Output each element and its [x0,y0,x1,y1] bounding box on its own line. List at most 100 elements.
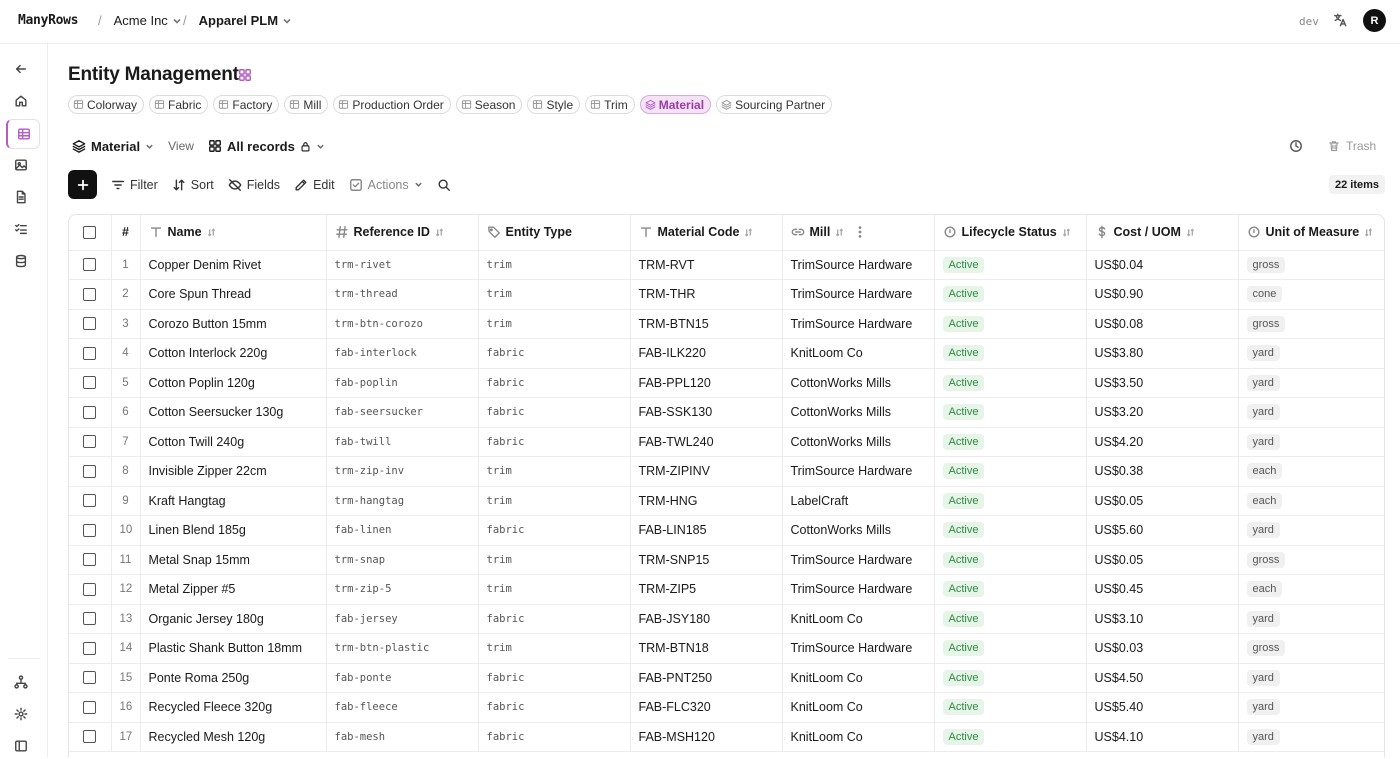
cell-name[interactable]: Cotton Twill 240g [140,427,327,457]
cell-cost-uom[interactable]: US$0.04 [1086,250,1239,280]
cell-entity-type[interactable]: fabric [478,515,631,546]
add-record-button[interactable] [68,170,97,199]
cell-lifecycle-status[interactable]: Active [934,486,1087,516]
entity-chip-style[interactable]: Style [527,95,581,114]
cell-cost-uom[interactable]: US$0.90 [1086,279,1239,310]
cell-mill[interactable]: KnitLoom Co [782,338,935,369]
entity-chip-mill[interactable]: Mill [284,95,329,114]
cell-name[interactable]: Corozo Button 15mm [140,309,327,339]
cell-entity-type[interactable]: fabric [478,338,631,369]
back-arrow-icon[interactable] [8,56,34,82]
table-row[interactable]: 17 Recycled Mesh 120g fab-mesh fabric FAB-MS… [69,722,1384,752]
cell-material-code[interactable]: FAB-ILK220 [630,338,783,369]
cell-unit-of-measure[interactable]: yard [1238,663,1384,693]
cell-reference-id[interactable]: trm-zip-inv [326,456,479,487]
cell-name[interactable]: Cotton Poplin 120g [140,368,327,398]
sort-icon[interactable] [1062,228,1071,237]
cell-material-code[interactable]: FAB-TWL240 [630,427,783,457]
cell-mill[interactable]: TrimSource Hardware [782,279,935,310]
cell-entity-type[interactable]: fabric [478,368,631,398]
cell-name[interactable]: Metal Snap 15mm [140,545,327,575]
cell-mill[interactable]: KnitLoom Co [782,692,935,723]
breadcrumb-project[interactable]: / Apparel PLM [183,13,292,28]
actions-dropdown[interactable]: Actions [349,178,423,192]
select-all-checkbox[interactable] [69,215,112,251]
row-checkbox[interactable] [69,456,112,487]
table-row[interactable]: 3 Corozo Button 15mm trm-btn-corozo trim TRM… [69,309,1384,339]
cell-name[interactable]: Recycled Fleece 320g [140,692,327,723]
cell-material-code[interactable]: TRM-RVT [630,250,783,280]
cell-cost-uom[interactable]: US$5.60 [1086,515,1239,546]
cell-cost-uom[interactable]: US$3.50 [1086,368,1239,398]
column-header-cost-uom[interactable]: Cost / UOM [1086,215,1239,251]
cell-unit-of-measure[interactable]: yard [1238,427,1384,457]
entity-chip-production-order[interactable]: Production Order [333,95,451,114]
entity-chip-fabric[interactable]: Fabric [149,95,209,114]
cell-entity-type[interactable]: trim [478,633,631,664]
cell-material-code[interactable]: FAB-MSH120 [630,722,783,752]
home-icon[interactable] [8,88,34,114]
cell-reference-id[interactable]: fab-linen [326,515,479,546]
table-row[interactable]: 12 Metal Zipper #5 trm-zip-5 trim TRM-ZIP5 Tr… [69,574,1384,605]
table-row[interactable]: 7 Cotton Twill 240g fab-twill fabric FAB-TWL… [69,427,1384,457]
cell-mill[interactable]: TrimSource Hardware [782,545,935,575]
cell-material-code[interactable]: TRM-BTN18 [630,633,783,664]
cell-name[interactable]: Invisible Zipper 22cm [140,456,327,487]
cell-entity-type[interactable]: trim [478,250,631,280]
cell-cost-uom[interactable]: US$3.20 [1086,397,1239,428]
cell-reference-id[interactable]: fab-seersucker [326,397,479,428]
cell-cost-uom[interactable]: US$0.05 [1086,545,1239,575]
row-checkbox[interactable] [69,633,112,664]
cell-lifecycle-status[interactable]: Active [934,574,1087,605]
entity-selector[interactable]: Material [72,139,154,154]
row-checkbox[interactable] [69,486,112,516]
view-selector[interactable]: All records [208,139,325,154]
sort-button[interactable]: Sort [172,178,214,192]
more-vertical-icon[interactable] [853,225,867,239]
table-row[interactable]: 14 Plastic Shank Button 18mm trm-btn-plast… [69,633,1384,664]
cell-entity-type[interactable]: trim [478,456,631,487]
document-icon[interactable] [8,184,34,210]
cell-material-code[interactable]: FAB-PNT250 [630,663,783,693]
row-checkbox[interactable] [69,663,112,693]
cell-lifecycle-status[interactable]: Active [934,456,1087,487]
cell-unit-of-measure[interactable]: yard [1238,515,1384,546]
row-checkbox[interactable] [69,574,112,605]
cell-mill[interactable]: TrimSource Hardware [782,574,935,605]
sort-icon[interactable] [435,228,444,237]
cell-entity-type[interactable]: fabric [478,692,631,723]
column-header-name[interactable]: Name [140,215,327,251]
cell-unit-of-measure[interactable]: each [1238,456,1384,487]
cell-entity-type[interactable]: trim [478,574,631,605]
cell-entity-type[interactable]: trim [478,309,631,339]
cell-material-code[interactable]: TRM-THR [630,279,783,310]
cell-reference-id[interactable]: trm-hangtag [326,486,479,516]
row-checkbox[interactable] [69,397,112,428]
cell-lifecycle-status[interactable]: Active [934,515,1087,546]
table-row[interactable]: 2 Core Spun Thread trm-thread trim TRM-THR Tr… [69,279,1384,310]
cell-name[interactable]: Metal Zipper #5 [140,574,327,605]
sort-icon[interactable] [207,228,216,237]
entity-chip-season[interactable]: Season [455,95,523,114]
trash-button[interactable]: Trash [1328,139,1376,153]
cell-reference-id[interactable]: fab-ponte [326,663,479,693]
cell-material-code[interactable]: TRM-HNG [630,486,783,516]
cell-material-code[interactable]: TRM-BTN15 [630,309,783,339]
table-row[interactable]: 10 Linen Blend 185g fab-linen fabric FAB-LIN… [69,515,1384,546]
cell-unit-of-measure[interactable]: each [1238,574,1384,605]
cell-entity-type[interactable]: fabric [478,604,631,634]
cell-mill[interactable]: CottonWorks Mills [782,368,935,398]
cell-cost-uom[interactable]: US$4.50 [1086,663,1239,693]
row-checkbox[interactable] [69,545,112,575]
table-row[interactable]: 9 Kraft Hangtag trm-hangtag trim TRM-HNG Labe… [69,486,1384,516]
cell-cost-uom[interactable]: US$3.80 [1086,338,1239,369]
cell-lifecycle-status[interactable]: Active [934,338,1087,369]
column-header-material-code[interactable]: Material Code [630,215,783,251]
column-header-unit-of-measure[interactable]: Unit of Measure [1238,215,1384,251]
row-checkbox[interactable] [69,692,112,723]
sort-icon[interactable] [744,228,753,237]
cell-cost-uom[interactable]: US$4.20 [1086,427,1239,457]
cell-material-code[interactable]: TRM-ZIPINV [630,456,783,487]
row-checkbox[interactable] [69,309,112,339]
cell-name[interactable]: Linen Blend 185g [140,515,327,546]
